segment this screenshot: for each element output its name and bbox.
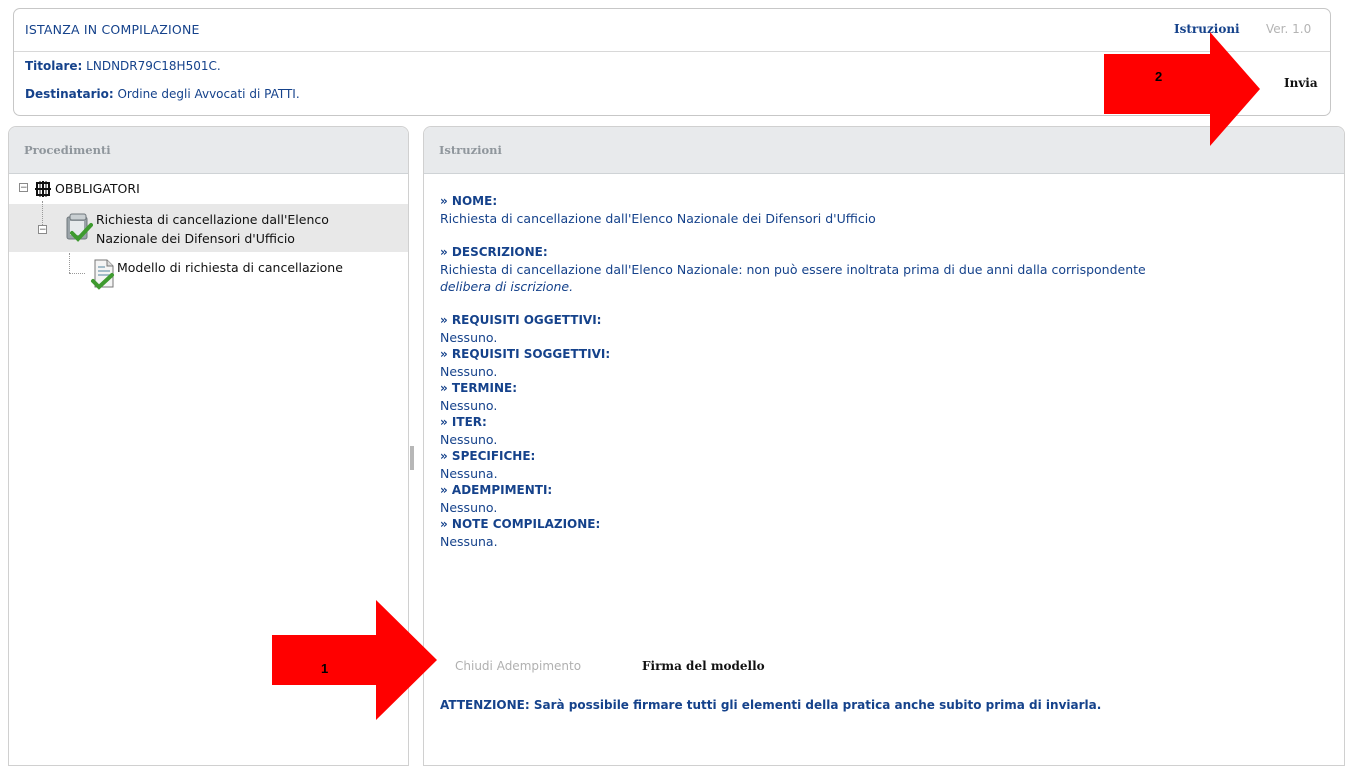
section-heading-descrizione: » DESCRIZIONE: bbox=[440, 245, 548, 259]
section-heading-nome: » NOME: bbox=[440, 194, 498, 208]
titolare-row: Titolare: LNDNDR79C18H501C. bbox=[25, 59, 221, 73]
section-heading-specifiche: » SPECIFICHE: bbox=[440, 449, 536, 463]
collapse-icon[interactable]: − bbox=[19, 183, 28, 193]
section-text-descrizione-italic: delibera di iscrizione. bbox=[440, 279, 574, 294]
destinatario-value: Ordine degli Avvocati di PATTI. bbox=[113, 87, 300, 101]
tree-connector bbox=[42, 201, 43, 225]
titolare-value: LNDNDR79C18H501C. bbox=[82, 59, 221, 73]
action-buttons-row: Chiudi Adempimento Firma del modello bbox=[440, 657, 940, 677]
document-check-icon bbox=[91, 259, 114, 290]
annotation-arrow-1 bbox=[272, 600, 437, 720]
section-text-adempimenti: Nessuno. bbox=[440, 500, 498, 515]
tree-connector bbox=[69, 273, 85, 274]
tree-node-modello[interactable]: Modello di richiesta di cancellazione bbox=[69, 253, 408, 293]
tree-root-label: OBBLIGATORI bbox=[55, 181, 140, 196]
section-text-specifiche: Nessuna. bbox=[440, 466, 498, 481]
section-text-requisiti-oggettivi: Nessuno. bbox=[440, 330, 498, 345]
procedures-panel-title: Procedimenti bbox=[9, 127, 408, 174]
procedure-check-icon bbox=[66, 213, 93, 242]
tree-subitem-label: Modello di richiesta di cancellazione bbox=[117, 260, 343, 275]
tree-item-label-line1: Richiesta di cancellazione dall'Elenco bbox=[96, 212, 329, 227]
grid-icon bbox=[35, 181, 51, 197]
section-heading-adempimenti: » ADEMPIMENTI: bbox=[440, 483, 553, 497]
section-heading-iter: » ITER: bbox=[440, 415, 487, 429]
tree-item-label-line2: Nazionale dei Difensori d'Ufficio bbox=[96, 231, 295, 246]
annotation-number-2: 2 bbox=[1155, 69, 1163, 84]
attention-note: ATTENZIONE: Sarà possibile firmare tutti… bbox=[440, 698, 1102, 712]
arrow-2-shape bbox=[1104, 32, 1260, 146]
collapse-icon[interactable]: − bbox=[38, 225, 47, 235]
titolare-label: Titolare: bbox=[25, 59, 83, 73]
tree-node-obbligatori[interactable]: − OBBLIGATORI bbox=[17, 179, 397, 199]
sign-model-button[interactable]: Firma del modello bbox=[642, 659, 765, 673]
section-text-descrizione: Richiesta di cancellazione dall'Elenco N… bbox=[440, 262, 1146, 277]
annotation-number-1: 1 bbox=[321, 661, 329, 676]
section-text-termine: Nessuno. bbox=[440, 398, 498, 413]
section-text-requisiti-soggettivi: Nessuno. bbox=[440, 364, 498, 379]
destinatario-label: Destinatario: bbox=[25, 87, 114, 101]
tree-connector bbox=[69, 253, 70, 273]
destinatario-row: Destinatario: Ordine degli Avvocati di P… bbox=[25, 87, 300, 101]
section-text-iter: Nessuno. bbox=[440, 432, 498, 447]
tree-node-procedimento[interactable]: − Richiesta di cancellazione dall'Elenco… bbox=[38, 201, 403, 251]
arrow-1-shape bbox=[272, 600, 437, 720]
section-heading-note-compilazione: » NOTE COMPILAZIONE: bbox=[440, 517, 601, 531]
close-fulfillment-button[interactable]: Chiudi Adempimento bbox=[455, 659, 581, 673]
section-text-note-compilazione: Nessuna. bbox=[440, 534, 498, 549]
section-heading-requisiti-oggettivi: » REQUISITI OGGETTIVI: bbox=[440, 313, 602, 327]
instructions-content: » NOME: Richiesta di cancellazione dall'… bbox=[440, 193, 1320, 550]
status-title: ISTANZA IN COMPILAZIONE bbox=[25, 22, 200, 37]
section-heading-requisiti-soggettivi: » REQUISITI SOGGETTIVI: bbox=[440, 347, 611, 361]
send-button[interactable]: Invia bbox=[1284, 76, 1318, 90]
version-label: Ver. 1.0 bbox=[1266, 22, 1312, 36]
annotation-arrow-2 bbox=[1104, 32, 1260, 146]
instructions-panel: Istruzioni » NOME: Richiesta di cancella… bbox=[423, 126, 1345, 766]
section-text-nome: Richiesta di cancellazione dall'Elenco N… bbox=[440, 211, 876, 226]
panel-splitter-handle[interactable] bbox=[410, 446, 414, 470]
section-heading-termine: » TERMINE: bbox=[440, 381, 517, 395]
tree-item-label: Richiesta di cancellazione dall'Elenco N… bbox=[96, 210, 396, 248]
